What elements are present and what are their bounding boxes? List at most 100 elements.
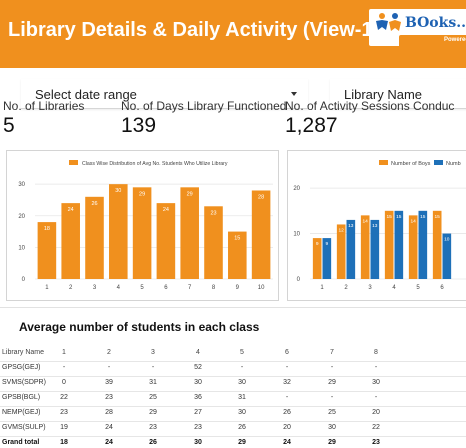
table-cell: - (285, 394, 289, 401)
table-cell: - (240, 364, 244, 371)
page-header: Library Details & Daily Activity (View-1… (0, 0, 466, 68)
x-tick-label: 4 (392, 285, 396, 291)
table-cell: - (285, 364, 289, 371)
table-cell: 30 (194, 379, 202, 386)
bar (156, 203, 176, 279)
x-tick-label: 3 (368, 285, 372, 291)
x-tick-label: 9 (236, 285, 240, 291)
brand-logo: BOoks.. Powered By (369, 9, 466, 46)
y-tick-label: 0 (297, 277, 301, 283)
y-tick-label: 20 (293, 186, 300, 192)
data-label: 12 (339, 227, 345, 233)
table-cell: 26 (238, 424, 246, 431)
data-label: 14 (363, 218, 369, 224)
data-label: 15 (396, 214, 402, 220)
y-tick-label: 20 (18, 214, 25, 220)
data-label: 15 (234, 236, 240, 242)
table-cell: - (62, 364, 66, 371)
reading-figure-icon (376, 13, 401, 31)
class-distribution-chart: Class Wise Distribution of Avg No. Stude… (6, 150, 279, 301)
row-label: Grand total (2, 439, 40, 446)
data-label: 14 (411, 218, 417, 224)
table-cell: - (151, 364, 155, 371)
table-cell: 1 (62, 349, 66, 356)
table-cell: 19 (60, 424, 68, 431)
x-tick-label: 10 (258, 285, 265, 291)
y-tick-label: 10 (18, 245, 25, 251)
bar (408, 215, 418, 279)
kpi-libraries-label: No. of Libraries (3, 99, 85, 113)
table-row: SVMS(SDPR) 0 39 31 30 30 32 29 30 (0, 377, 466, 391)
legend-label: Number of Boys (391, 161, 431, 167)
data-label: 13 (348, 223, 354, 229)
table-cell: 30 (328, 424, 336, 431)
data-label: 28 (258, 194, 264, 200)
table-cell: 30 (194, 439, 202, 446)
table-cell: 6 (285, 349, 289, 356)
table-cell: 23 (372, 439, 380, 446)
bar (432, 210, 442, 279)
table-cell: 39 (105, 379, 113, 386)
data-label: 24 (163, 207, 169, 213)
bar (109, 184, 128, 279)
table-cell: 24 (283, 439, 291, 446)
table-cell: 25 (149, 394, 157, 401)
table-title: Average number of students in each class (19, 320, 260, 334)
table-cell: 7 (330, 349, 334, 356)
grand-total-row: Grand total 18 24 26 30 29 24 29 23 (0, 437, 466, 448)
bar (180, 187, 199, 279)
table-cell: 52 (194, 364, 202, 371)
legend-label: Class Wise Distribution of Avg No. Stude… (82, 161, 228, 167)
table-cell: 31 (149, 379, 157, 386)
table-cell: 5 (240, 349, 244, 356)
table-cell: 29 (149, 409, 157, 416)
table-row: GPSB(BGL) 22 23 25 36 31 - - - (0, 392, 466, 406)
bar (204, 206, 223, 279)
kpi-days-value: 139 (121, 114, 157, 137)
x-tick-label: 8 (212, 285, 216, 291)
data-label: 15 (435, 214, 441, 220)
table-cell: 4 (196, 349, 200, 356)
x-tick-label: 6 (440, 285, 444, 291)
data-label: 29 (187, 191, 193, 197)
table-cell: 26 (149, 439, 157, 446)
table-cell: 22 (60, 394, 68, 401)
x-tick-label: 5 (416, 285, 420, 291)
data-label: 26 (91, 201, 97, 207)
table-cell: - (374, 394, 378, 401)
row-label: GPSB(BGL) (2, 394, 41, 401)
table-cell: 23 (60, 409, 68, 416)
table-header-row: Library Name 1 2 3 4 5 6 7 8 (0, 347, 466, 361)
table-cell: 20 (283, 424, 291, 431)
bar (384, 210, 394, 279)
table-cell: - (107, 364, 111, 371)
data-label: 23 (210, 210, 216, 216)
row-label: GVMS(SULP) (2, 424, 46, 431)
legend-swatch (434, 160, 443, 165)
table-cell: 20 (372, 409, 380, 416)
table-cell: 30 (238, 409, 246, 416)
table-cell: 23 (105, 394, 113, 401)
table-cell: 29 (238, 439, 246, 446)
table-cell: - (330, 364, 334, 371)
bar (132, 187, 152, 279)
x-tick-label: 5 (140, 285, 144, 291)
x-tick-label: 2 (344, 285, 348, 291)
x-tick-label: 1 (320, 285, 324, 291)
table-cell: 31 (238, 394, 246, 401)
table-cell: 25 (328, 409, 336, 416)
table-cell: 24 (105, 439, 113, 446)
chevron-down-icon (291, 92, 297, 96)
kpi-days-label: No. of Days Library Functioned (121, 99, 287, 113)
bar (85, 196, 104, 279)
table-cell: 8 (374, 349, 378, 356)
bar (61, 203, 80, 279)
table-row: GVMS(SULP) 19 24 23 23 26 20 30 22 (0, 422, 466, 436)
y-tick-label: 30 (18, 182, 25, 188)
table-cell: 29 (328, 379, 336, 386)
x-tick-label: 7 (188, 285, 192, 291)
table-cell: 30 (372, 379, 380, 386)
bar (394, 210, 404, 279)
logo-subtitle: Powered By (444, 37, 466, 43)
table-cell: 26 (283, 409, 291, 416)
